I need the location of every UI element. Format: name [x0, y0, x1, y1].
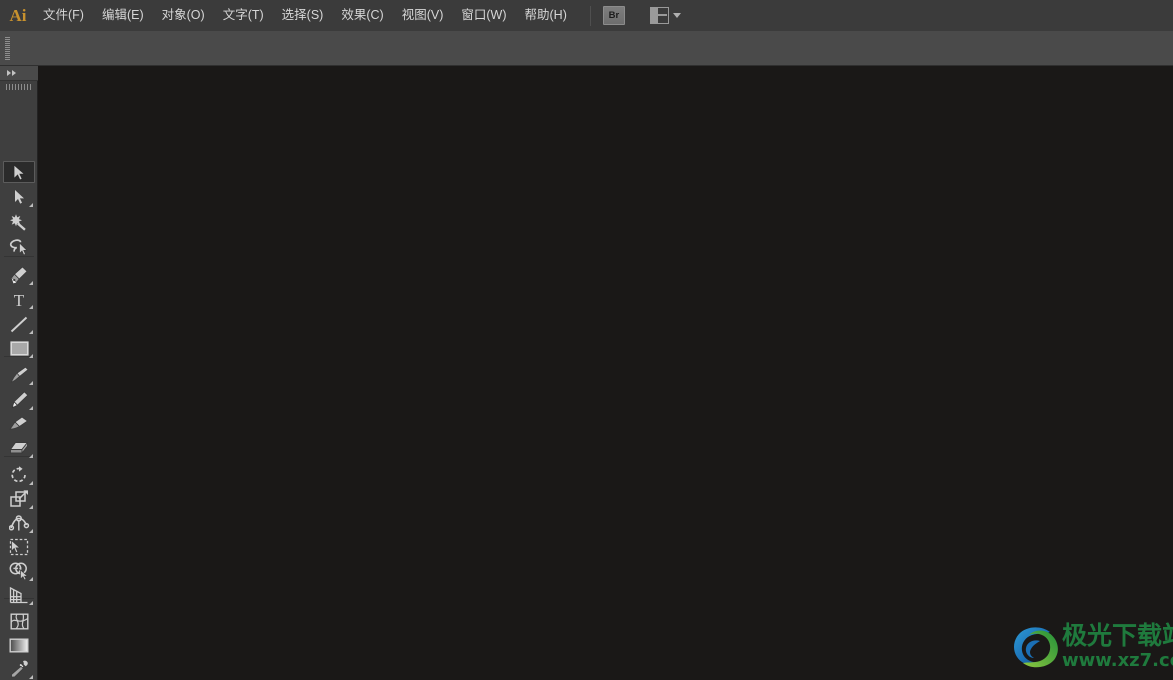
pencil-icon — [11, 391, 28, 409]
mesh-icon — [10, 613, 29, 630]
arrow-outline-icon — [14, 190, 24, 204]
arrange-documents-icon — [649, 7, 669, 24]
toolbar-grip-handle[interactable] — [6, 84, 32, 90]
free-transform-icon — [9, 538, 29, 556]
magic-wand-tool[interactable] — [3, 211, 35, 233]
tool-flyout-indicator[interactable] — [29, 203, 33, 207]
shape-builder-icon — [9, 562, 29, 580]
menubar-divider — [589, 5, 591, 26]
shape-builder-tool[interactable] — [3, 560, 35, 582]
perspective-grid-tool[interactable] — [3, 584, 35, 606]
menu-item-help[interactable]: 帮助(H) — [517, 4, 575, 27]
line-segment-tool[interactable] — [3, 313, 35, 335]
menu-item-window[interactable]: 窗口(W) — [453, 4, 514, 27]
control-options-bar[interactable] — [0, 31, 1173, 66]
rectangle-icon — [9, 340, 29, 356]
tool-flyout-indicator[interactable] — [29, 381, 33, 385]
pencil-tool[interactable] — [3, 389, 35, 411]
tool-flyout-indicator[interactable] — [29, 454, 33, 458]
type-t-icon: T — [14, 291, 25, 308]
tool-flyout-indicator[interactable] — [29, 601, 33, 605]
svg-text:T: T — [14, 291, 25, 308]
illustrator-window: Ai 文件(F) 编辑(E) 对象(O) 文字(T) 选择(S) 效果(C) 视… — [0, 0, 1173, 680]
blob-brush-tool[interactable] — [3, 413, 35, 435]
menu-item-edit[interactable]: 编辑(E) — [94, 4, 152, 27]
tool-flyout-indicator[interactable] — [29, 481, 33, 485]
free-transform-tool[interactable] — [3, 536, 35, 558]
gradient-tool[interactable] — [3, 634, 35, 656]
rotate-tool[interactable] — [3, 464, 35, 486]
pen-tool[interactable] — [3, 264, 35, 286]
tool-flyout-indicator[interactable] — [29, 675, 33, 679]
menu-item-type[interactable]: 文字(T) — [215, 4, 272, 27]
chevron-down-icon — [672, 13, 681, 18]
menu-item-view[interactable]: 视图(V) — [394, 4, 452, 27]
mesh-tool[interactable] — [3, 610, 35, 632]
menu-bar: Ai 文件(F) 编辑(E) 对象(O) 文字(T) 选择(S) 效果(C) 视… — [0, 0, 1173, 31]
menu-item-object[interactable]: 对象(O) — [154, 4, 213, 27]
selection-tool[interactable] — [3, 161, 35, 183]
app-logo: Ai — [9, 5, 27, 25]
paintbrush-tool[interactable] — [3, 364, 35, 386]
menu-items: 文件(F) 编辑(E) 对象(O) 文字(T) 选择(S) 效果(C) 视图(V… — [34, 0, 576, 31]
lasso-tool[interactable] — [3, 236, 35, 258]
tools-panel: T — [0, 66, 38, 680]
direct-selection-tool[interactable] — [3, 186, 35, 208]
tool-flyout-indicator[interactable] — [29, 330, 33, 334]
tool-flyout-indicator[interactable] — [29, 305, 33, 309]
document-canvas-area[interactable] — [39, 66, 1173, 680]
lasso-icon — [9, 238, 28, 255]
paintbrush-icon — [10, 366, 29, 383]
tool-flyout-indicator[interactable] — [29, 577, 33, 581]
tool-flyout-indicator[interactable] — [29, 354, 33, 358]
tool-flyout-indicator[interactable] — [29, 529, 33, 533]
menu-item-select[interactable]: 选择(S) — [274, 4, 332, 27]
type-tool[interactable]: T — [3, 288, 35, 310]
tool-flyout-indicator[interactable] — [29, 281, 33, 285]
tool-flyout-indicator[interactable] — [29, 406, 33, 410]
gradient-icon — [9, 638, 29, 653]
menu-item-file[interactable]: 文件(F) — [35, 4, 92, 27]
perspective-grid-icon — [9, 586, 28, 604]
scale-tool[interactable] — [3, 488, 35, 510]
arrow-solid-icon — [13, 163, 26, 181]
width-warp-icon — [8, 515, 29, 531]
arrange-documents-button[interactable] — [649, 7, 681, 24]
line-segment-icon — [10, 316, 28, 332]
scale-icon — [9, 490, 28, 507]
panel-grip-handle[interactable] — [5, 37, 10, 60]
magic-wand-icon — [9, 214, 26, 231]
blob-brush-icon — [9, 416, 29, 429]
bridge-button[interactable]: Br — [602, 6, 625, 25]
rectangle-tool[interactable] — [3, 337, 35, 359]
rotate-icon — [11, 466, 26, 483]
eyedropper-tool[interactable] — [3, 658, 35, 680]
width-tool[interactable] — [3, 512, 35, 534]
eraser-icon — [9, 440, 29, 454]
eraser-tool[interactable] — [3, 437, 35, 459]
tool-flyout-indicator[interactable] — [29, 505, 33, 509]
double-chevron-right-icon[interactable] — [7, 70, 16, 76]
menu-item-effect[interactable]: 效果(C) — [333, 4, 391, 27]
tools-panel-header[interactable] — [0, 66, 38, 81]
eyedropper-icon — [10, 660, 28, 678]
pen-nib-icon — [11, 266, 28, 284]
